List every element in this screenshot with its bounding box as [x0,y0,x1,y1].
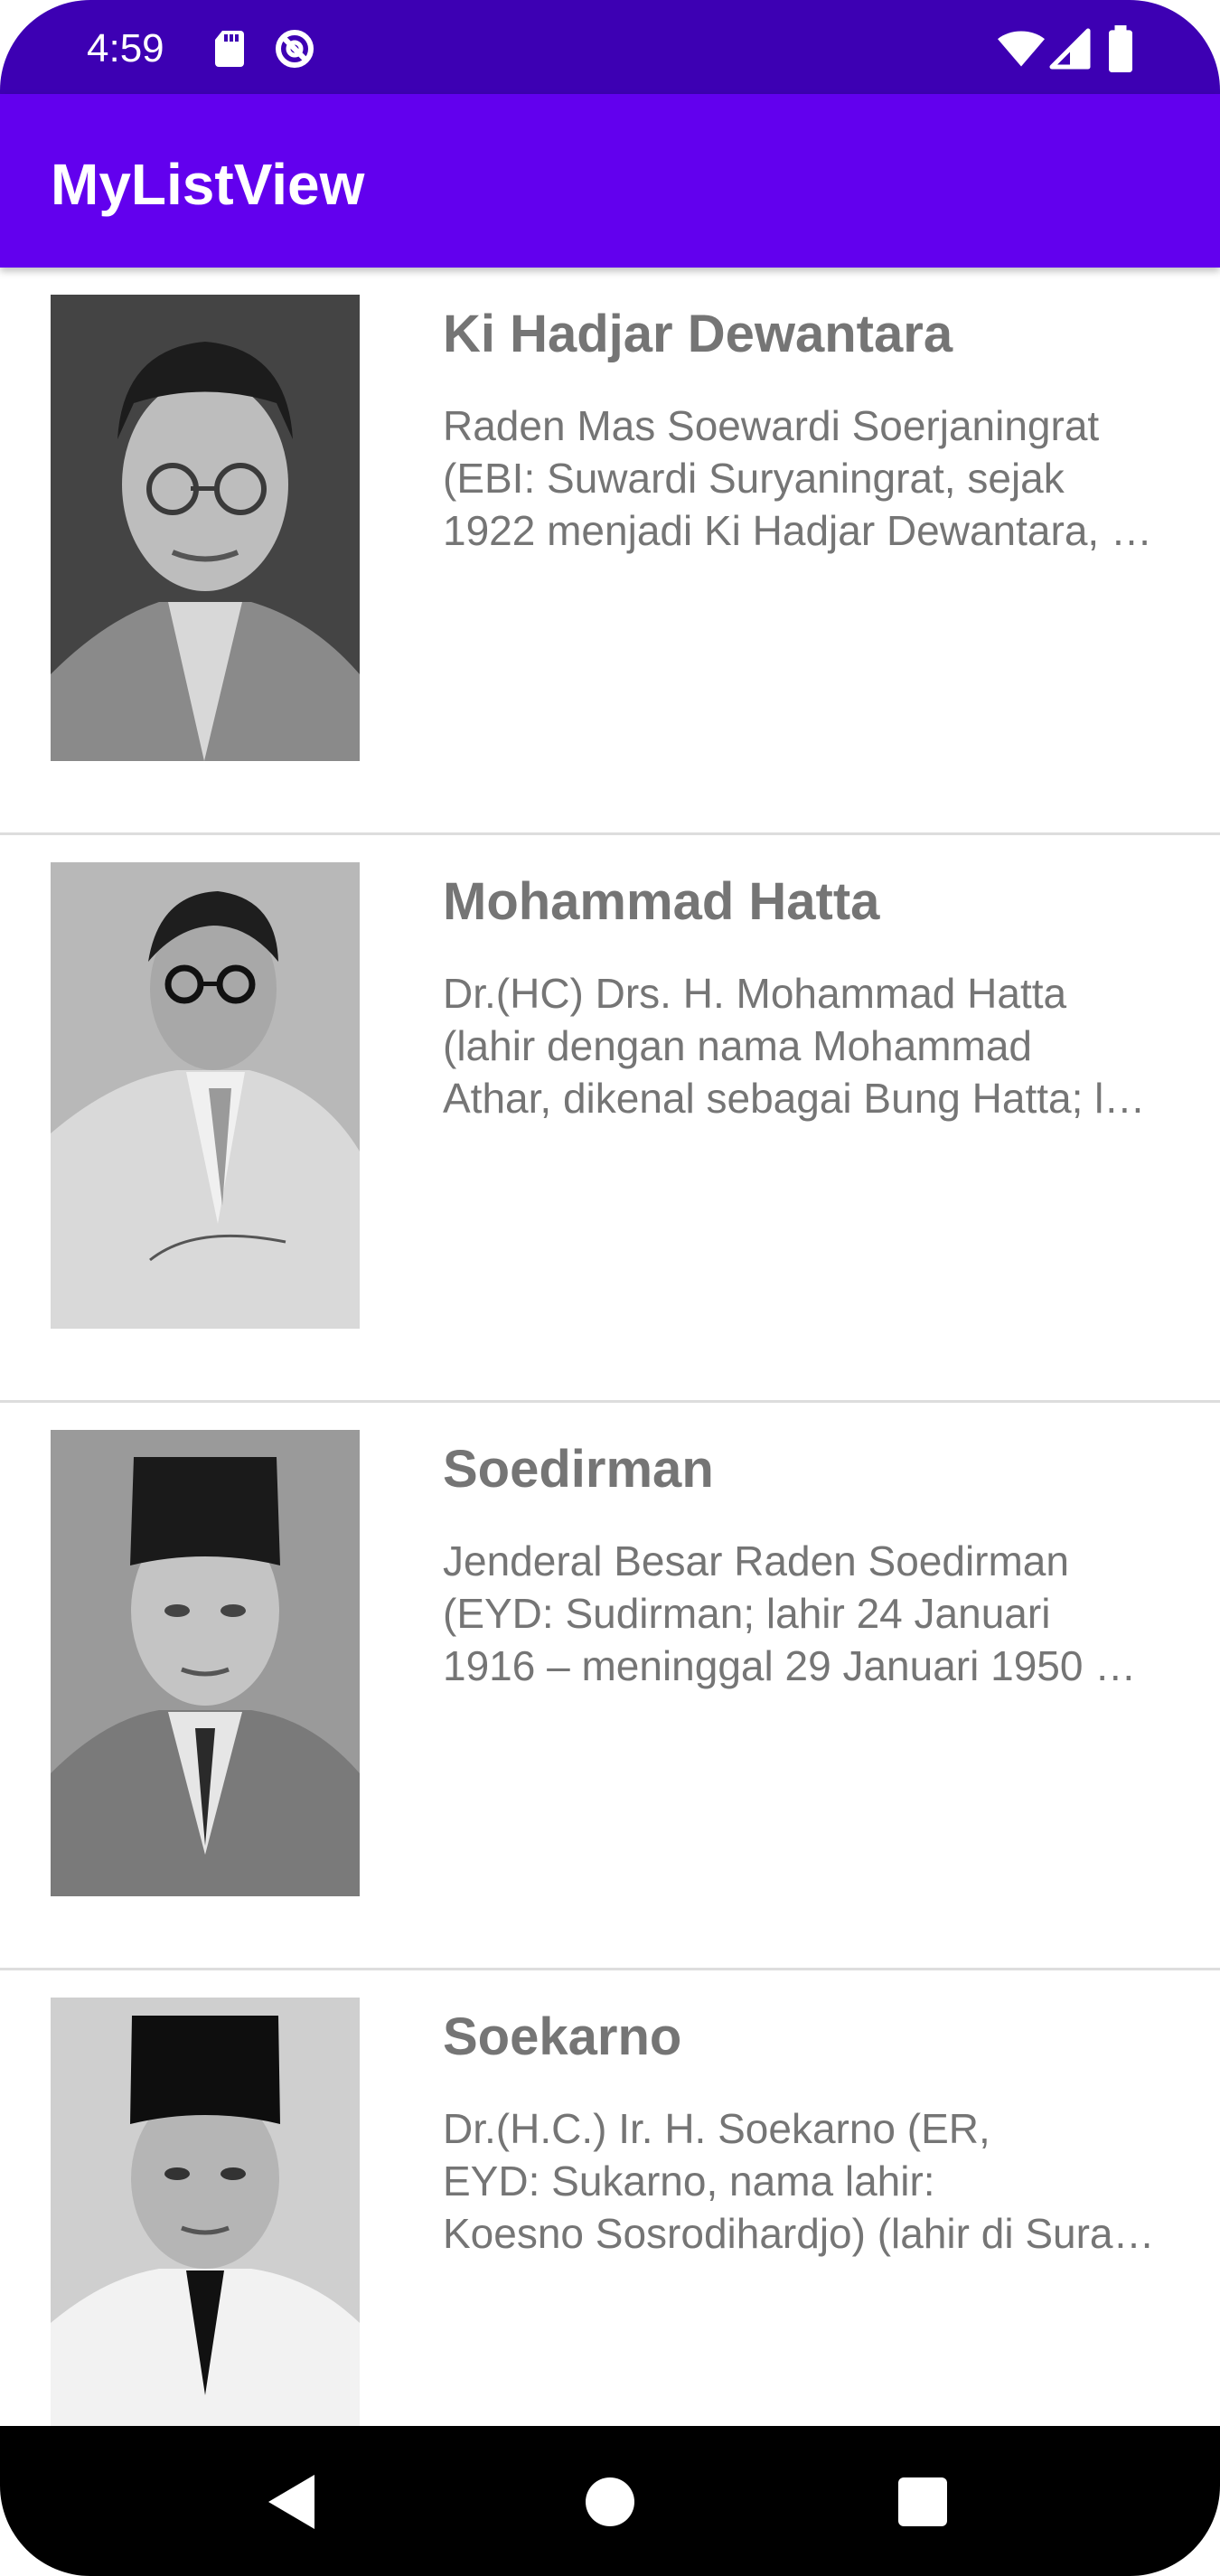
do-not-disturb-icon [273,25,316,72]
recents-icon[interactable] [890,2469,955,2534]
description-line: (EYD: Sudirman; lahir 24 Januari [443,1590,1051,1637]
app-bar: MyListView [0,94,1220,268]
photo-soekarno [51,1998,360,2426]
description-line: Dr.(H.C.) Ir. H. Soekarno (ER, [443,2105,990,2152]
back-icon[interactable] [260,2469,325,2534]
description-line: Athar, dikenal sebagai Bung Hatta; l… [443,1075,1146,1122]
app-screen: 4:59 MyListView Ki Hadjar Dewantara Rade… [0,0,1220,2576]
status-time: 4:59 [87,26,164,71]
item-name: Soedirman [443,1440,714,1499]
item-name: Ki Hadjar Dewantara [443,305,953,363]
item-description: Dr.(H.C.) Ir. H. Soekarno (ER, EYD: Suka… [443,2102,1175,2260]
description-line: 1922 menjadi Ki Hadjar Dewantara, … [443,507,1152,554]
item-name: Mohammad Hatta [443,872,880,931]
battery-icon [1104,25,1137,72]
description-line: (lahir dengan nama Mohammad [443,1022,1033,1069]
list-item[interactable]: Mohammad Hatta Dr.(HC) Drs. H. Mohammad … [0,835,1220,1403]
description-line: EYD: Sukarno, nama lahir: [443,2158,935,2205]
description-line: Koesno Sosrodihardjo) (lahir di Sura… [443,2210,1155,2257]
list-item[interactable]: Ki Hadjar Dewantara Raden Mas Soewardi S… [0,268,1220,835]
description-line: Dr.(HC) Drs. H. Mohammad Hatta [443,970,1067,1017]
list-item[interactable]: Soekarno Dr.(H.C.) Ir. H. Soekarno (ER, … [0,1970,1220,2426]
photo-ki-hadjar-dewantara [51,295,360,761]
status-bar: 4:59 [0,0,1220,94]
home-icon[interactable] [577,2469,643,2534]
signal-icon [1048,25,1092,72]
photo-mohammad-hatta [51,862,360,1329]
item-description: Dr.(HC) Drs. H. Mohammad Hatta (lahir de… [443,967,1175,1124]
list-item[interactable]: Soedirman Jenderal Besar Raden Soedirman… [0,1403,1220,1970]
wifi-icon [996,25,1046,72]
description-line: Jenderal Besar Raden Soedirman [443,1537,1069,1584]
item-description: Raden Mas Soewardi Soerjaningrat (EBI: S… [443,400,1175,557]
navigation-bar [0,2426,1220,2576]
hero-list[interactable]: Ki Hadjar Dewantara Raden Mas Soewardi S… [0,268,1220,2426]
item-name: Soekarno [443,2007,682,2066]
app-title: MyListView [51,152,365,217]
photo-soedirman [51,1430,360,1896]
description-line: (EBI: Suwardi Suryaningrat, sejak [443,455,1065,502]
description-line: Raden Mas Soewardi Soerjaningrat [443,402,1100,449]
sd-card-icon [210,25,253,72]
description-line: 1916 – meninggal 29 Januari 1950 … [443,1642,1137,1689]
item-description: Jenderal Besar Raden Soedirman (EYD: Sud… [443,1535,1175,1692]
